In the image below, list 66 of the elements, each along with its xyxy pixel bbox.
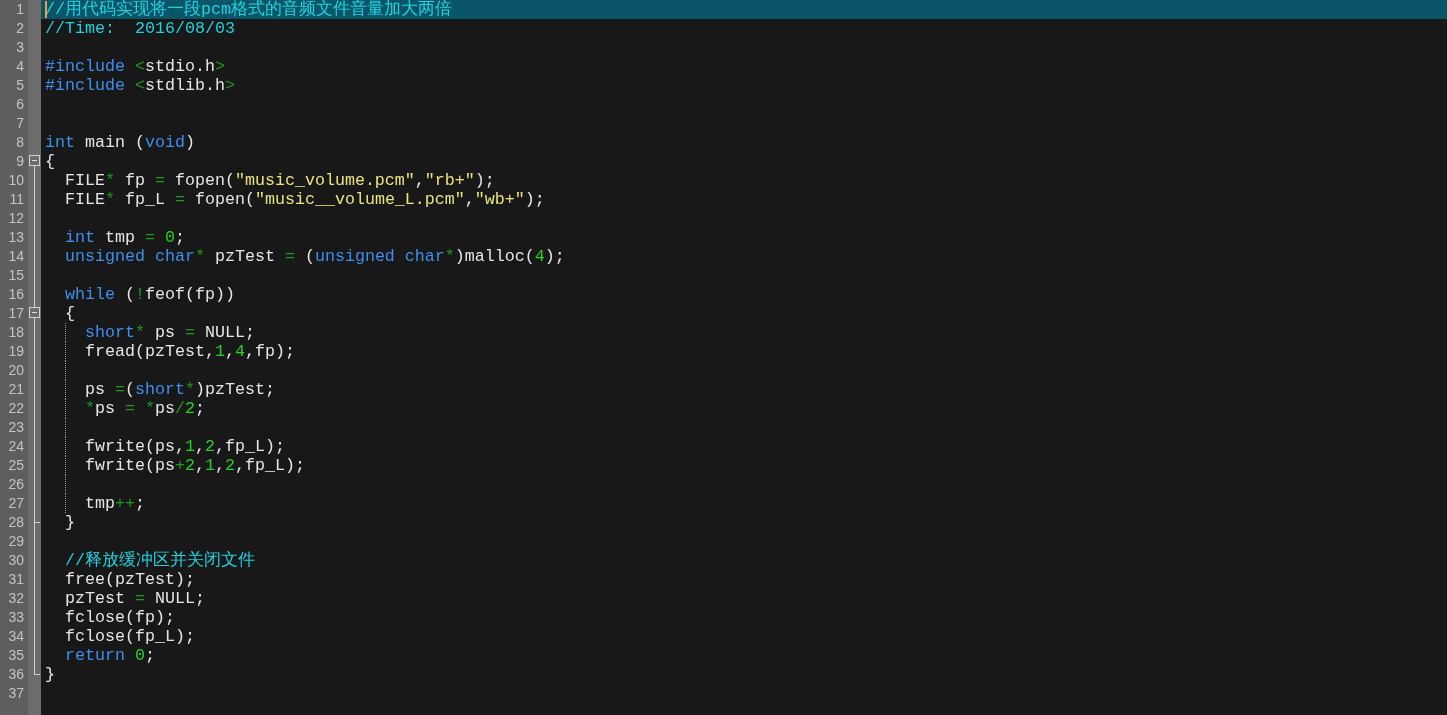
- code-line: fwrite(ps+2,1,2,fp_L);: [83, 456, 305, 475]
- line-number: 30: [7, 551, 25, 570]
- code-line: }: [64, 513, 75, 532]
- code-line: pzTest = NULL;: [64, 589, 205, 608]
- code-line: short* ps = NULL;: [83, 323, 255, 342]
- line-number: 3: [15, 38, 25, 57]
- line-number: 17: [7, 304, 25, 323]
- code-line: unsigned char* pzTest = (unsigned char*)malloc(4);: [64, 247, 565, 266]
- code-line: fclose(fp);: [64, 608, 175, 627]
- line-number: 1: [15, 0, 25, 19]
- line-number: 29: [7, 532, 25, 551]
- code-line: *ps = *ps/2;: [83, 399, 205, 418]
- code-line: return 0;: [64, 646, 155, 665]
- line-number: 24: [7, 437, 25, 456]
- line-number: 16: [7, 285, 25, 304]
- line-number: 14: [7, 247, 25, 266]
- line-number: 26: [7, 475, 25, 494]
- line-number: 8: [15, 133, 25, 152]
- line-number: 19: [7, 342, 25, 361]
- line-number: 34: [7, 627, 25, 646]
- line-number: 6: [15, 95, 25, 114]
- line-number: 28: [7, 513, 25, 532]
- fold-icon[interactable]: [29, 307, 40, 318]
- line-number: 2: [15, 19, 25, 38]
- line-number: 37: [7, 684, 25, 703]
- line-number: 15: [7, 266, 25, 285]
- code-line: {: [45, 152, 55, 171]
- code-line: ps =(short*)pzTest;: [83, 380, 275, 399]
- line-number: 32: [7, 589, 25, 608]
- line-number: 18: [7, 323, 25, 342]
- line-number: 12: [7, 209, 25, 228]
- code-line: tmp++;: [83, 494, 145, 513]
- line-number: 13: [7, 228, 25, 247]
- line-number: 11: [8, 190, 25, 209]
- line-number: 21: [7, 380, 25, 399]
- line-number: 10: [7, 171, 25, 190]
- line-number: 4: [15, 57, 25, 76]
- line-number: 31: [7, 570, 25, 589]
- line-number: 35: [7, 646, 25, 665]
- code-line: fwrite(ps,1,2,fp_L);: [83, 437, 285, 456]
- code-line: }: [45, 665, 55, 684]
- line-number: 20: [7, 361, 25, 380]
- code-line: {: [64, 304, 75, 323]
- code-line: #include <stdlib.h>: [45, 76, 235, 95]
- code-line: while (!feof(fp)): [64, 285, 235, 304]
- line-number: 5: [15, 76, 25, 95]
- code-line: #include <stdio.h>: [45, 57, 225, 76]
- code-line: int tmp = 0;: [64, 228, 185, 247]
- code-line: FILE* fp_L = fopen("music__volume_L.pcm","wb+");: [64, 190, 545, 209]
- line-number: 33: [7, 608, 25, 627]
- line-number: 27: [7, 494, 25, 513]
- code-line: //释放缓冲区并关闭文件: [64, 551, 255, 570]
- code-line: FILE* fp = fopen("music_volume.pcm","rb+");: [64, 171, 495, 190]
- line-number: 9: [15, 152, 25, 171]
- code-line: free(pzTest);: [64, 570, 195, 589]
- code-line: fclose(fp_L);: [64, 627, 195, 646]
- line-number: 25: [7, 456, 25, 475]
- line-number: 36: [7, 665, 25, 684]
- fold-icon[interactable]: [29, 155, 40, 166]
- code-line: fread(pzTest,1,4,fp);: [83, 342, 295, 361]
- line-number: 23: [7, 418, 25, 437]
- line-number: 7: [15, 114, 25, 133]
- code-line: //Time: 2016/08/03: [45, 19, 235, 38]
- code-line: //用代码实现将一段pcm格式的音频文件音量加大两倍: [45, 0, 452, 19]
- line-number: 22: [7, 399, 25, 418]
- code-line: int main (void): [45, 133, 195, 152]
